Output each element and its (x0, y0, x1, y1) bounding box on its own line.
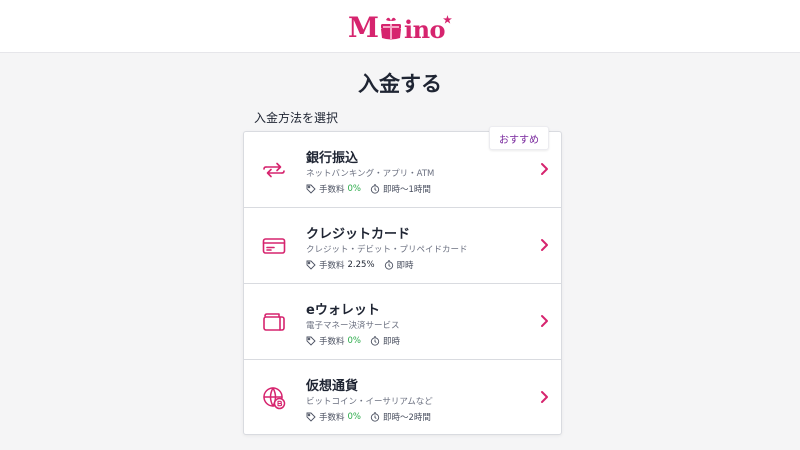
fee-value: 0% (347, 412, 362, 422)
method-meta: 手数料 2.25% 即時 (306, 259, 414, 271)
timer-icon (370, 184, 380, 194)
crypto-globe-icon (259, 383, 289, 413)
fee-value: 0% (347, 184, 362, 194)
wallet-icon (259, 307, 289, 337)
section-label: 入金方法を選択 (254, 111, 339, 125)
method-name: eウォレット (306, 303, 380, 318)
page-title: 入金する (358, 72, 442, 96)
top-header: M ino ★ (0, 0, 800, 53)
processing-time: 即時 (396, 261, 414, 271)
timer-icon (370, 336, 380, 346)
fee-label: 手数料 (319, 185, 345, 195)
logo-star-icon: ★ (443, 15, 453, 26)
timer-icon (370, 412, 380, 422)
chevron-right-icon (541, 239, 548, 251)
method-row-credit-card[interactable]: クレジットカード クレジット・デビット・プリペイドカード 手数料 2.25% 即… (244, 208, 561, 284)
fee-value: 0% (347, 336, 362, 346)
method-name: 仮想通貨 (306, 379, 359, 394)
logo-letters-ino: ino (403, 15, 446, 44)
method-meta: 手数料 0% 即時 (306, 335, 400, 347)
transfer-arrows-icon (259, 155, 289, 185)
fee-label: 手数料 (319, 261, 345, 271)
logo-letter-m: M (347, 11, 379, 44)
method-description: ネットバンキング・アプリ・ATM (306, 169, 435, 179)
chevron-right-icon (541, 315, 548, 327)
processing-time: 即時 (383, 337, 401, 347)
method-meta: 手数料 0% 即時〜2時間 (306, 411, 431, 423)
method-description: ビットコイン・イーサリアムなど (306, 397, 433, 407)
tag-icon (306, 336, 316, 346)
method-name: 銀行振込 (306, 151, 359, 166)
tag-icon (306, 412, 316, 422)
method-description: 電子マネー決済サービス (306, 321, 400, 331)
cake-logo-icon (380, 17, 401, 40)
brand-logo[interactable]: M ino ★ (348, 14, 452, 42)
method-meta: 手数料 0% 即時〜1時間 (306, 183, 431, 195)
chevron-right-icon (541, 163, 548, 175)
credit-card-icon (259, 231, 289, 261)
chevron-right-icon (541, 391, 548, 403)
method-description: クレジット・デビット・プリペイドカード (306, 245, 468, 255)
tag-icon (306, 184, 316, 194)
fee-label: 手数料 (319, 337, 345, 347)
timer-icon (384, 260, 393, 270)
method-row-crypto[interactable]: 仮想通貨 ビットコイン・イーサリアムなど 手数料 0% 即時〜2時間 (244, 360, 561, 436)
method-row-ewallet[interactable]: eウォレット 電子マネー決済サービス 手数料 0% 即時 (244, 284, 561, 360)
deposit-methods-card: おすすめ 銀行振込 ネットバンキング・アプリ・ATM 手数料 0% 即時〜1時間 (243, 126, 562, 436)
processing-time: 即時〜1時間 (383, 185, 431, 195)
fee-value: 2.25% (347, 260, 375, 270)
processing-time: 即時〜2時間 (383, 413, 431, 423)
fee-label: 手数料 (319, 413, 345, 423)
tag-icon (306, 260, 316, 270)
method-name: クレジットカード (306, 227, 411, 242)
method-row-bank-transfer[interactable]: 銀行振込 ネットバンキング・アプリ・ATM 手数料 0% 即時〜1時間 (244, 132, 561, 208)
